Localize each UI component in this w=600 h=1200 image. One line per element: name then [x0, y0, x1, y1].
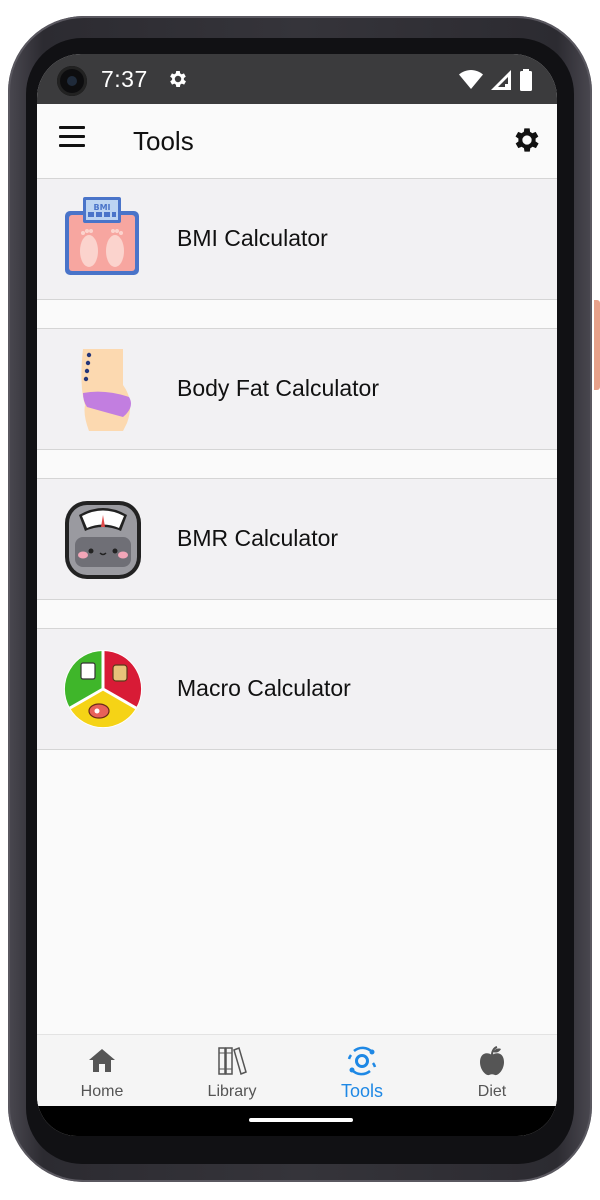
tool-label: Body Fat Calculator	[177, 375, 379, 401]
bmr-scale-icon	[65, 501, 141, 579]
tools-list: BMI BMI Calculator Body Fat Calculator B…	[37, 178, 557, 778]
nav-item-tools[interactable]: Tools	[297, 1035, 427, 1107]
signal-icon	[491, 70, 511, 90]
screen: 7:37 Tools BMI BMI Calculator Body Fat C…	[37, 54, 557, 1136]
apple-icon	[480, 1046, 504, 1076]
nav-item-home[interactable]: Home	[37, 1035, 167, 1107]
tool-bmr-calculator[interactable]: BMR Calculator	[37, 478, 557, 600]
nav-label: Tools	[340, 1081, 384, 1101]
status-bar: 7:37	[37, 54, 557, 104]
body-fat-icon	[81, 349, 131, 431]
tool-bmi-calculator[interactable]: BMI BMI Calculator	[37, 178, 557, 300]
wifi-icon	[459, 70, 483, 89]
tool-body-fat-calculator[interactable]: Body Fat Calculator	[37, 328, 557, 450]
gesture-area	[37, 1106, 557, 1136]
page-title: Tools	[133, 126, 194, 156]
app-bar: Tools	[37, 104, 557, 179]
front-camera	[57, 66, 87, 96]
bottom-navigation: Home Library Tools Diet	[37, 1034, 557, 1107]
nav-item-diet[interactable]: Diet	[427, 1035, 557, 1107]
home-gesture-bar[interactable]	[249, 1118, 353, 1122]
status-time: 7:37	[101, 66, 148, 92]
nav-label: Diet	[477, 1083, 507, 1100]
tool-label: BMI Calculator	[177, 225, 328, 251]
nav-label: Home	[80, 1083, 124, 1100]
settings-icon	[170, 71, 186, 87]
home-icon	[89, 1049, 115, 1072]
tool-macro-calculator[interactable]: Macro Calculator	[37, 628, 557, 750]
tool-label: BMR Calculator	[177, 525, 339, 551]
tools-icon	[347, 1046, 377, 1076]
nav-label: Library	[207, 1083, 257, 1100]
bmi-scale-icon: BMI	[65, 197, 139, 275]
macro-pie-icon	[64, 650, 142, 728]
library-icon	[218, 1046, 247, 1076]
settings-icon[interactable]	[511, 124, 543, 156]
menu-icon[interactable]	[59, 126, 87, 156]
side-button	[594, 300, 600, 390]
status-icons	[459, 68, 533, 92]
battery-icon	[520, 69, 532, 91]
nav-item-library[interactable]: Library	[167, 1035, 297, 1107]
svg-text:BMI: BMI	[93, 203, 110, 212]
tool-label: Macro Calculator	[177, 675, 351, 701]
